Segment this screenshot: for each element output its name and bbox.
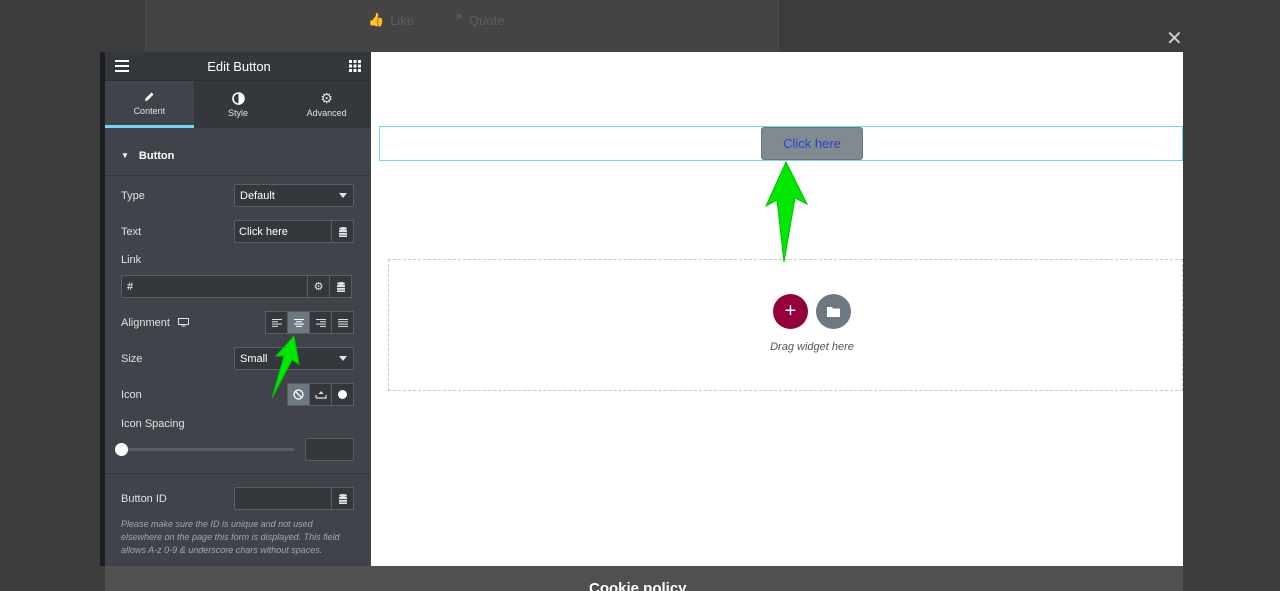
alignment-group <box>265 311 354 334</box>
icon-spacing-label: Icon Spacing <box>121 418 185 430</box>
edit-panel: Edit Button Content Style ⚙ Advanced ▼ B… <box>105 52 371 566</box>
alignment-label: Alignment <box>121 316 170 329</box>
tab-content-label: Content <box>133 105 166 116</box>
folder-icon <box>827 307 840 317</box>
gear-icon: ⚙ <box>320 89 333 106</box>
icon-library-button[interactable] <box>331 383 354 406</box>
dynamic-tags-button[interactable] <box>331 220 354 243</box>
like-label: Like <box>390 12 415 28</box>
database-icon <box>336 281 345 292</box>
quote-icon: ❞ <box>456 12 464 27</box>
annotation-arrow-alignment <box>271 334 300 399</box>
database-icon <box>338 493 347 504</box>
cookie-policy-text: Cookie policy <box>589 580 687 591</box>
panel-tabs: Content Style ⚙ Advanced <box>105 80 371 128</box>
text-control: Text Click here <box>121 220 354 243</box>
size-label: Size <box>121 352 143 365</box>
icon-label: Icon <box>121 388 142 401</box>
widgets-grid-icon[interactable] <box>348 60 361 72</box>
icon-spacing-label-row: Icon Spacing <box>121 418 354 430</box>
align-center-icon <box>293 318 304 327</box>
quote-label: Quote <box>469 12 505 28</box>
button-id-input[interactable] <box>234 487 331 510</box>
align-center-button[interactable] <box>287 311 310 334</box>
button-id-label: Button ID <box>121 492 167 505</box>
tab-style-label: Style <box>228 107 249 118</box>
type-value: Default <box>240 189 275 202</box>
panel-title: Edit Button <box>207 58 271 74</box>
link-input[interactable]: # <box>121 275 312 298</box>
background-post-card: 👍 Like ❞ Quote <box>145 0 779 52</box>
icon-control: Icon <box>121 383 354 406</box>
add-template-button[interactable] <box>816 294 851 329</box>
drag-widget-hint: Drag widget here <box>770 341 854 353</box>
type-label: Type <box>121 189 145 202</box>
hamburger-menu-icon[interactable] <box>115 60 129 72</box>
link-label: Link <box>121 254 142 266</box>
section-divider <box>105 473 371 474</box>
tab-style[interactable]: Style <box>194 81 283 128</box>
like-action: 👍 Like <box>368 12 414 28</box>
close-icon[interactable]: ✕ <box>1166 26 1183 50</box>
align-left-button[interactable] <box>265 311 288 334</box>
button-id-control: Button ID <box>121 487 354 510</box>
preview-canvas: Click here + Drag widget here <box>371 52 1183 566</box>
button-id-help-text: Please make sure the ID is unique and no… <box>121 519 340 555</box>
preview-button[interactable]: Click here <box>761 127 863 160</box>
icon-upload-button[interactable] <box>309 383 332 406</box>
button-id-dynamic-button[interactable] <box>331 487 354 510</box>
align-right-icon <box>315 318 326 327</box>
link-options-button[interactable]: ⚙ <box>307 275 330 298</box>
section-button-header[interactable]: ▼ Button <box>105 136 371 176</box>
add-section-button[interactable]: + <box>773 294 808 329</box>
size-value: Small <box>240 352 268 365</box>
slider-handle[interactable] <box>115 443 128 456</box>
text-input[interactable]: Click here <box>234 220 331 243</box>
contrast-icon <box>231 91 245 105</box>
tab-advanced[interactable]: ⚙ Advanced <box>282 81 371 128</box>
thumbs-up-icon: 👍 <box>368 12 385 27</box>
align-justify-button[interactable] <box>331 311 354 334</box>
chevron-down-icon <box>339 193 347 198</box>
text-label: Text <box>121 225 142 238</box>
type-select[interactable]: Default <box>234 184 354 207</box>
pencil-icon <box>145 92 154 101</box>
gear-icon: ⚙ <box>313 281 324 293</box>
tab-content[interactable]: Content <box>105 81 194 128</box>
alignment-control: Alignment <box>121 311 354 334</box>
panel-header: Edit Button <box>105 52 371 80</box>
size-control: Size Small <box>121 347 354 370</box>
tab-advanced-label: Advanced <box>306 107 347 118</box>
database-icon <box>338 226 347 237</box>
align-right-button[interactable] <box>309 311 332 334</box>
upload-svg-icon <box>314 390 327 399</box>
align-justify-icon <box>337 318 348 327</box>
icon-spacing-slider[interactable] <box>121 448 294 451</box>
quote-action: ❞ Quote <box>456 12 504 28</box>
plus-icon: + <box>784 300 797 322</box>
annotation-arrow-preview <box>764 160 809 263</box>
circle-icon <box>338 390 347 399</box>
icon-spacing-input[interactable] <box>305 438 354 461</box>
link-dynamic-button[interactable] <box>329 275 352 298</box>
desktop-icon[interactable] <box>177 318 189 327</box>
section-title: Button <box>138 149 175 162</box>
chevron-down-icon <box>339 356 347 361</box>
type-control: Type Default <box>121 184 354 207</box>
align-left-icon <box>271 318 282 327</box>
link-label-row: Link <box>121 254 354 266</box>
caret-down-icon: ▼ <box>121 151 129 160</box>
